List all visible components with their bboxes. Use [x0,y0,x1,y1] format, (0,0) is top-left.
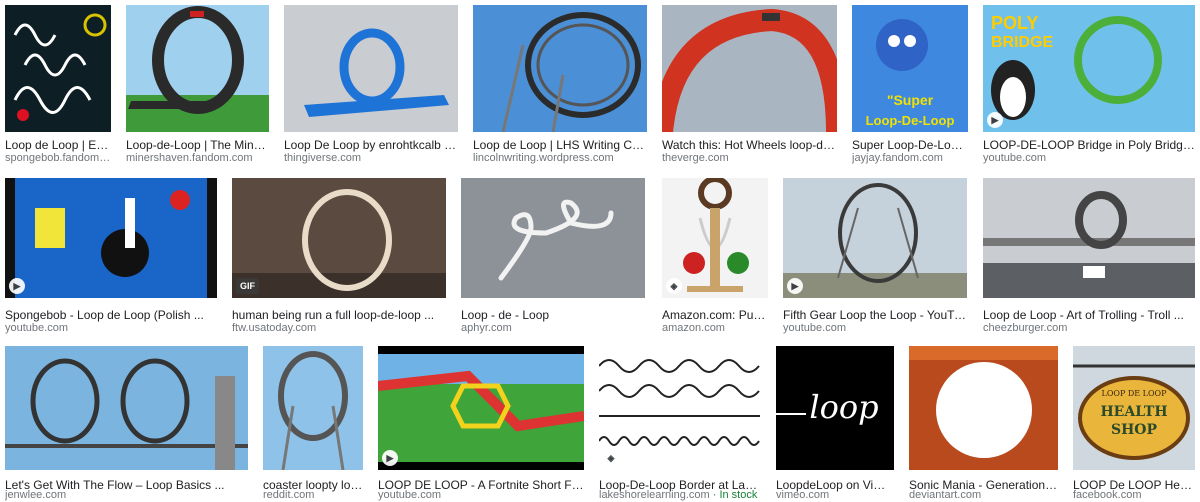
result-source: facebook.com [1073,489,1142,501]
result-title[interactable]: LOOP-DE-LOOP Bridge in Poly Bridge ... [983,138,1195,152]
result-source: reddit.com [263,489,315,501]
result-thumbnail[interactable]: ▶ [5,178,217,298]
result-thumbnail[interactable] [284,5,458,132]
result-source: minershaven.fandom.com [126,152,253,164]
result-title[interactable]: Spongebob - Loop de Loop (Polish ... [5,308,217,322]
result-thumbnail[interactable]: GIF [232,178,446,298]
tag-icon: ◈ [666,278,682,294]
result-thumbnail[interactable] [126,5,269,132]
result-source: jenwlee.com [5,489,67,501]
result-source: theverge.com [662,152,729,164]
result-thumbnail[interactable] [473,5,647,132]
result-thumbnail[interactable]: ▶ [378,346,584,470]
in-stock-label: · In stock [709,489,758,501]
result-title[interactable]: Amazon.com: Puzzle M... [662,308,768,322]
result-title[interactable]: Loop-de-Loop | The Miner's Haven... [126,138,269,152]
result-title[interactable]: Watch this: Hot Wheels loop-de-loop ... [662,138,837,152]
result-thumbnail[interactable] [983,178,1195,298]
svg-text:HEALTH: HEALTH [1100,404,1167,420]
result-title[interactable]: Loop De Loop by enrohtkcalb - Thingivers… [284,138,458,152]
play-icon: ▶ [382,450,398,466]
result-thumbnail[interactable]: ▶ [783,178,967,298]
result-source: amazon.com [662,322,725,334]
result-thumbnail[interactable]: LOOP DE LOOP HEALTH SHOP [1073,346,1195,470]
play-icon: ▶ [9,278,25,294]
result-title[interactable]: Fifth Gear Loop the Loop - YouTube [783,308,967,322]
result-source: youtube.com [5,322,68,334]
result-thumbnail[interactable]: ◈ [662,178,768,298]
result-thumbnail[interactable] [5,346,248,470]
play-icon: ▶ [987,112,1003,128]
result-thumbnail[interactable] [461,178,645,298]
result-source: jayjay.fandom.com [852,152,943,164]
play-icon: ▶ [787,278,803,294]
svg-text:SHOP: SHOP [1111,422,1158,438]
result-source: thingiverse.com [284,152,362,164]
result-source: lakeshorelearning.com · In stock [599,489,760,502]
tag-icon: ◈ [603,450,619,466]
result-source: vimeo.com [776,489,830,501]
result-thumbnail[interactable]: POLY BRIDGE ▶ [983,5,1195,132]
result-thumbnail[interactable]: "Super Loop-De-Loop [852,5,968,132]
result-source: youtube.com [983,152,1046,164]
result-title[interactable]: Loop de Loop - Art of Trolling - Troll .… [983,308,1195,322]
result-thumbnail[interactable] [5,5,111,132]
gif-badge: GIF [236,278,259,294]
svg-text:BRIDGE: BRIDGE [991,34,1054,51]
svg-text:Loop-De-Loop: Loop-De-Loop [866,113,955,128]
result-thumbnail[interactable] [263,346,363,470]
result-thumbnail[interactable]: ◈ [599,346,760,470]
result-thumbnail[interactable] [909,346,1058,470]
result-source: lincolnwriting.wordpress.com [473,152,614,164]
svg-text:"Super: "Super [887,92,934,108]
result-source: aphyr.com [461,322,512,334]
svg-text:POLY: POLY [991,13,1038,33]
result-thumbnail[interactable] [662,5,837,132]
result-source: ftw.usatoday.com [232,322,317,334]
result-title[interactable]: Loop de Loop | Encyclop... [5,138,111,152]
source-domain: lakeshorelearning.com [599,489,710,501]
svg-text:LOOP DE LOOP: LOOP DE LOOP [1102,389,1168,398]
result-title[interactable]: Loop de Loop | LHS Writing Center [473,138,647,152]
result-source: cheezburger.com [983,322,1068,334]
result-source: spongebob.fandom.com [5,152,111,164]
result-title[interactable]: Super Loop-De-Loop | Jay ... [852,138,968,152]
svg-text:loop: loop [809,388,878,426]
result-title[interactable]: Loop - de - Loop [461,308,645,322]
result-title[interactable]: human being run a full loop-de-loop ... [232,308,446,322]
result-source: youtube.com [783,322,846,334]
result-source: youtube.com [378,489,441,501]
result-source: deviantart.com [909,489,982,501]
result-thumbnail[interactable]: loop [776,346,894,470]
